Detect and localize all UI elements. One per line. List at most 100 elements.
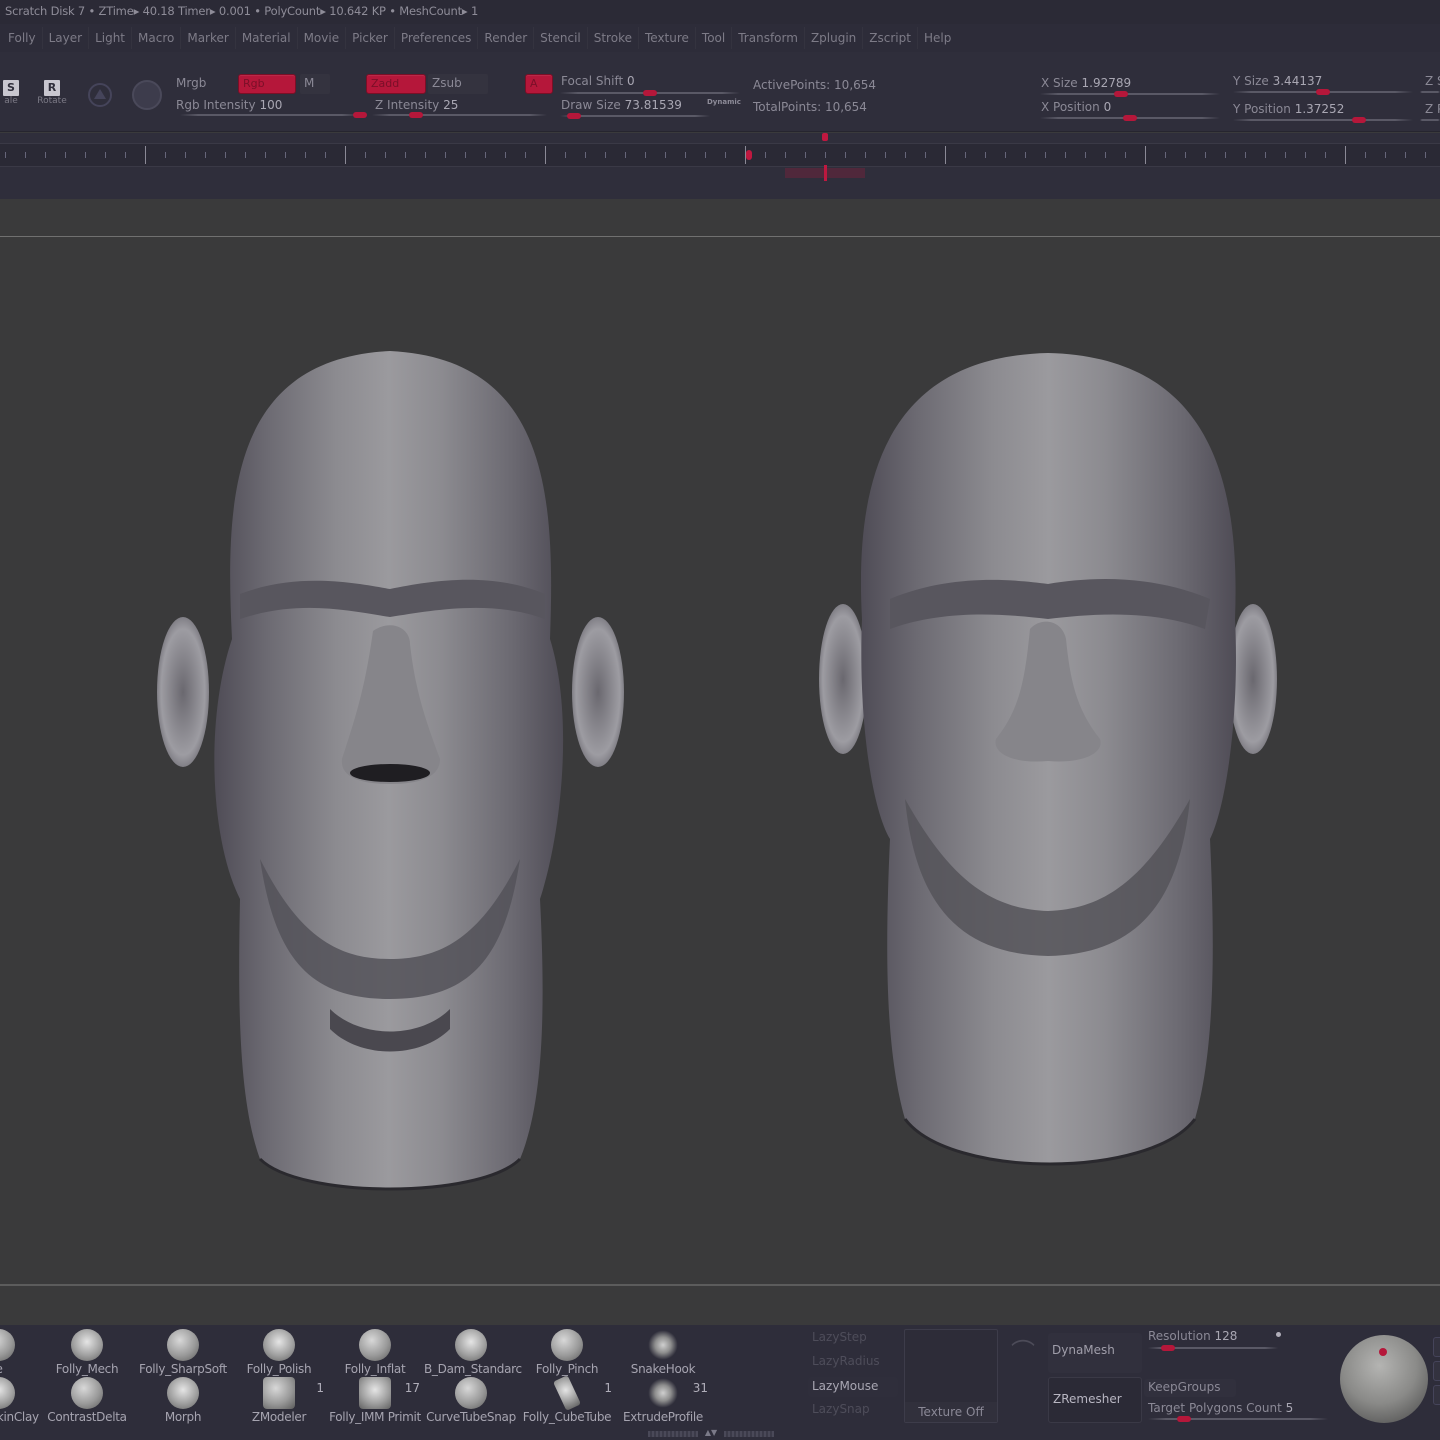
slider-knob[interactable] bbox=[643, 90, 657, 96]
rotate-label: Rotate bbox=[37, 96, 67, 106]
slider-knob[interactable] bbox=[1352, 117, 1366, 123]
stroke-icon[interactable] bbox=[132, 80, 162, 110]
lazy-mouse-toggle[interactable]: LazyMouse bbox=[808, 1377, 898, 1397]
menu-item-zscript[interactable]: Zscript bbox=[863, 27, 918, 49]
zsub-toggle[interactable]: Zsub bbox=[428, 74, 488, 94]
menu-item-marker[interactable]: Marker bbox=[181, 27, 236, 49]
dynamic-toggle[interactable]: Dynamic bbox=[707, 98, 741, 106]
resolution-slider[interactable] bbox=[1148, 1345, 1278, 1351]
zremesher-button[interactable]: ZRemesher bbox=[1048, 1377, 1142, 1423]
x-size-slider[interactable] bbox=[1040, 91, 1220, 97]
slider-knob[interactable] bbox=[1316, 89, 1330, 95]
lazy-radius-slider[interactable]: LazyRadius bbox=[812, 1354, 880, 1368]
brush-folly-sharpsoft[interactable]: Folly_SharpSoft bbox=[136, 1329, 230, 1377]
brush-zmodeler[interactable]: ZModeler 1 bbox=[232, 1377, 326, 1425]
alpha-icon[interactable] bbox=[88, 83, 112, 107]
menu-item-transform[interactable]: Transform bbox=[732, 27, 805, 49]
brush-folly-polish[interactable]: Folly_Polish bbox=[232, 1329, 326, 1377]
menu-item-light[interactable]: Light bbox=[89, 27, 133, 49]
z-position-slider[interactable] bbox=[1420, 119, 1440, 121]
menu-item-movie[interactable]: Movie bbox=[298, 27, 347, 49]
zadd-toggle[interactable]: Zadd bbox=[366, 74, 426, 94]
left-ear bbox=[157, 617, 209, 767]
m-toggle[interactable]: M bbox=[300, 74, 330, 94]
side-button-2[interactable] bbox=[1433, 1361, 1440, 1381]
menu-item-stencil[interactable]: Stencil bbox=[534, 27, 588, 49]
menu-item-stroke[interactable]: Stroke bbox=[588, 27, 639, 49]
focal-shift-slider[interactable] bbox=[560, 90, 740, 96]
timeline-keyframe[interactable] bbox=[745, 150, 752, 160]
dynamesh-button[interactable]: DynaMesh bbox=[1048, 1333, 1142, 1373]
brush-b-dam-standarc[interactable]: B_Dam_Standarc bbox=[424, 1329, 522, 1377]
slider-knob[interactable] bbox=[408, 112, 423, 118]
slider-knob[interactable] bbox=[1123, 115, 1137, 121]
canvas-viewport[interactable] bbox=[0, 199, 1440, 1325]
brush-snakehook[interactable]: SnakeHook bbox=[616, 1329, 710, 1377]
slider-knob[interactable] bbox=[566, 113, 581, 119]
a-toggle[interactable]: A bbox=[525, 74, 553, 94]
palette-scroll-left[interactable] bbox=[648, 1431, 698, 1437]
z-position-label: Z P bbox=[1425, 102, 1440, 116]
viewport-canvas[interactable] bbox=[0, 199, 1440, 1284]
remesh-icon[interactable]: ⌒ bbox=[1008, 1337, 1038, 1367]
timeline-tick bbox=[1345, 146, 1346, 164]
keep-groups-toggle[interactable]: KeepGroups bbox=[1144, 1379, 1236, 1397]
brush-contrastdelta[interactable]: ContrastDelta bbox=[40, 1377, 134, 1425]
timeline-tick bbox=[705, 152, 706, 158]
timeline-tick bbox=[505, 152, 506, 158]
slider-knob[interactable] bbox=[1114, 91, 1128, 97]
menu-item-texture[interactable]: Texture bbox=[639, 27, 696, 49]
palette-expand-arrows-icon[interactable]: ▲▼ bbox=[700, 1429, 722, 1437]
y-position-slider[interactable] bbox=[1233, 117, 1413, 123]
brush-curvetubesnap[interactable]: CurveTubeSnap bbox=[424, 1377, 518, 1425]
brush-thumbnail-icon bbox=[263, 1377, 295, 1409]
brush-folly-mech[interactable]: Folly_Mech bbox=[40, 1329, 134, 1377]
brush-folly-pinch[interactable]: Folly_Pinch bbox=[520, 1329, 614, 1377]
menu-item-picker[interactable]: Picker bbox=[346, 27, 395, 49]
palette-scroll-right[interactable] bbox=[724, 1431, 774, 1437]
slider-knob[interactable] bbox=[353, 112, 367, 118]
head-model-right[interactable] bbox=[819, 353, 1277, 1166]
rotate-button[interactable]: R Rotate bbox=[36, 80, 68, 106]
viewport-divider bbox=[0, 1284, 1440, 1286]
draw-size-slider[interactable] bbox=[560, 113, 710, 119]
target-polygons-slider[interactable] bbox=[1148, 1416, 1328, 1422]
scale-button[interactable]: S ale bbox=[0, 80, 22, 106]
material-preview-sphere[interactable] bbox=[1340, 1335, 1428, 1423]
slider-knob[interactable] bbox=[1177, 1416, 1191, 1422]
bottom-shelf: eFolly_MechFolly_SharpSoftFolly_PolishFo… bbox=[0, 1325, 1440, 1440]
menu-item-tool[interactable]: Tool bbox=[696, 27, 733, 49]
lazy-step-slider[interactable]: LazyStep bbox=[812, 1330, 867, 1344]
rgb-intensity-slider[interactable] bbox=[180, 112, 367, 118]
texture-picker[interactable]: Texture Off bbox=[904, 1329, 998, 1423]
head-model-left[interactable] bbox=[157, 351, 624, 1191]
brush-folly-inflat[interactable]: Folly_Inflat bbox=[328, 1329, 422, 1377]
brush-extrudeprofile[interactable]: ExtrudeProfile 31 bbox=[616, 1377, 710, 1425]
z-size-slider[interactable] bbox=[1420, 91, 1440, 93]
z-intensity-slider[interactable] bbox=[372, 112, 547, 118]
lazy-snap-slider[interactable]: LazySnap bbox=[812, 1402, 870, 1416]
side-button-1[interactable] bbox=[1433, 1337, 1440, 1357]
slider-knob[interactable] bbox=[1160, 1345, 1175, 1351]
menu-item-zplugin[interactable]: Zplugin bbox=[805, 27, 864, 49]
brush-morph[interactable]: Morph bbox=[136, 1377, 230, 1425]
light-position-dot[interactable] bbox=[1379, 1348, 1387, 1356]
menu-item-preferences[interactable]: Preferences bbox=[395, 27, 479, 49]
mrgb-toggle[interactable]: Mrgb bbox=[176, 76, 206, 90]
menu-item-material[interactable]: Material bbox=[236, 27, 298, 49]
menu-item-macro[interactable]: Macro bbox=[132, 27, 182, 49]
x-position-slider[interactable] bbox=[1040, 115, 1220, 121]
side-button-3[interactable] bbox=[1433, 1385, 1440, 1405]
timeline-key-marker[interactable] bbox=[822, 133, 829, 141]
brush-folly-cubetube[interactable]: Folly_CubeTube 1 bbox=[520, 1375, 614, 1425]
menu-item-layer[interactable]: Layer bbox=[43, 27, 90, 49]
timeline-tick bbox=[945, 146, 946, 164]
timeline-tick bbox=[485, 152, 486, 158]
brush-folly-imm-primit[interactable]: Folly_IMM Primit 17 bbox=[328, 1377, 422, 1425]
rgb-toggle[interactable]: Rgb bbox=[238, 74, 296, 94]
y-size-slider[interactable] bbox=[1233, 89, 1413, 95]
menu-item-folly[interactable]: Folly bbox=[2, 27, 43, 49]
menu-item-help[interactable]: Help bbox=[918, 27, 957, 49]
menu-item-render[interactable]: Render bbox=[478, 27, 535, 49]
timeline-track[interactable] bbox=[0, 143, 1440, 167]
